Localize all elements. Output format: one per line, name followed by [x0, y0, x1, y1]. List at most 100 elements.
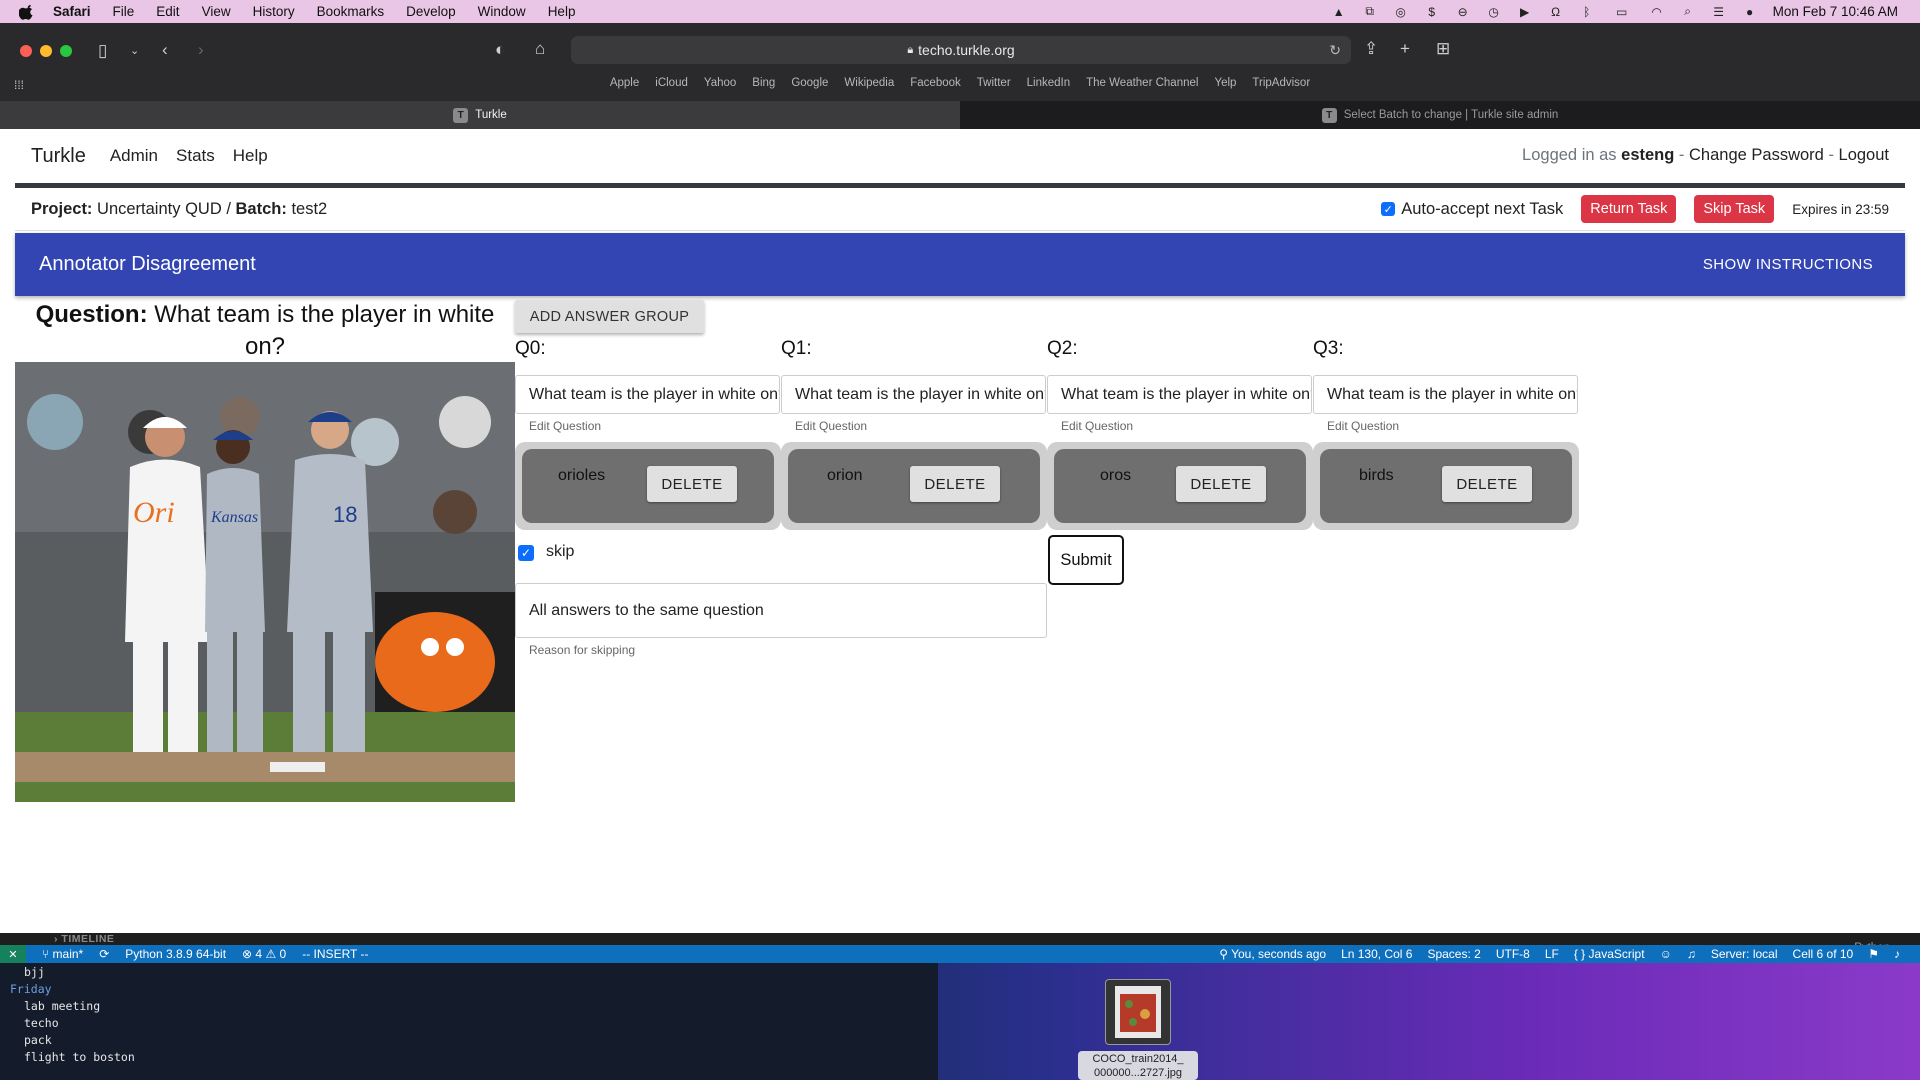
q2-question-input[interactable]: What team is the player in white on? [1047, 375, 1312, 414]
menu-window[interactable]: Window [478, 4, 526, 19]
auto-accept-toggle[interactable]: ✓ Auto-accept next Task [1381, 200, 1563, 219]
q0-answer-group[interactable]: orioles DELETE [515, 442, 781, 530]
sync-icon[interactable]: ◎ [1393, 5, 1409, 19]
change-password-link[interactable]: Change Password [1689, 146, 1824, 164]
control-center-icon[interactable]: ☰ [1711, 5, 1727, 19]
spotlight-search-icon[interactable]: ⌕ [1680, 4, 1696, 19]
menu-develop[interactable]: Develop [406, 4, 456, 19]
auto-accept-checkbox[interactable]: ✓ [1381, 202, 1396, 216]
q2-delete-button[interactable]: DELETE [1176, 466, 1266, 502]
line-ending[interactable]: LF [1545, 947, 1559, 961]
image-file-label[interactable]: COCO_train2014_ 000000...2727.jpg [1078, 1051, 1198, 1080]
q0-question-input[interactable]: What team is the player in white on? [515, 375, 780, 414]
menu-app-name[interactable]: Safari [53, 4, 91, 19]
q1-answer-group[interactable]: orion DELETE [781, 442, 1047, 530]
chevron-down-icon[interactable]: ⌄ [130, 41, 139, 61]
window-minimize-button[interactable] [40, 45, 52, 57]
encoding[interactable]: UTF-8 [1496, 947, 1530, 961]
apple-icon[interactable] [19, 4, 35, 20]
nav-help[interactable]: Help [233, 146, 268, 166]
privacy-shield-icon[interactable]: ◐ [495, 40, 505, 60]
reload-icon[interactable]: ↻ [1329, 42, 1341, 59]
broadcast-icon[interactable]: ⚑ [1868, 947, 1879, 961]
sidebar-toggle-icon[interactable]: ▯ [98, 41, 107, 61]
new-tab-icon[interactable]: + [1400, 39, 1410, 59]
nav-admin[interactable]: Admin [110, 146, 158, 166]
git-branch[interactable]: ⑂ main* [42, 947, 83, 961]
fav-wikipedia[interactable]: Wikipedia [844, 77, 894, 93]
home-icon[interactable]: ⌂ [535, 39, 545, 59]
image-file-icon[interactable] [1105, 979, 1171, 1045]
window-zoom-button[interactable] [60, 45, 72, 57]
problems-indicator[interactable]: ⊗ 4 ⚠ 0 [242, 947, 286, 961]
remote-icon[interactable]: ✕ [0, 945, 26, 963]
q3-answer-group[interactable]: birds DELETE [1313, 442, 1579, 530]
skip-reason-input[interactable]: All answers to the same question [515, 583, 1047, 638]
feedback-icon[interactable]: ☺ [1660, 947, 1672, 961]
q3-delete-button[interactable]: DELETE [1442, 466, 1532, 502]
q3-question-input[interactable]: What team is the player in white on? [1313, 375, 1578, 414]
bell-icon[interactable]: ♪ [1894, 947, 1900, 961]
menu-help[interactable]: Help [548, 4, 576, 19]
logout-link[interactable]: Logout [1839, 146, 1889, 164]
wifi-icon[interactable]: ◠ [1649, 5, 1665, 19]
window-close-button[interactable] [20, 45, 32, 57]
server-status[interactable]: Server: local [1711, 947, 1778, 961]
return-task-button[interactable]: Return Task [1581, 195, 1677, 223]
cell-indicator[interactable]: Cell 6 of 10 [1793, 947, 1854, 961]
terminal-window[interactable]: bjj Friday lab meeting techo pack flight… [0, 963, 938, 1080]
q2-answer-group[interactable]: oros DELETE [1047, 442, 1313, 530]
time-machine-icon[interactable]: ◷ [1486, 5, 1502, 19]
menu-bookmarks[interactable]: Bookmarks [317, 4, 385, 19]
app-status-icon[interactable]: $ [1424, 5, 1440, 19]
submit-button[interactable]: Submit [1048, 535, 1124, 585]
indent-setting[interactable]: Spaces: 2 [1427, 947, 1480, 961]
add-answer-group-button[interactable]: ADD ANSWER GROUP [515, 300, 704, 333]
answer-card[interactable]: oros DELETE [1054, 449, 1306, 523]
tab-overview-icon[interactable]: ⊞ [1436, 39, 1450, 59]
menubar-clock[interactable]: Mon Feb 7 10:46 AM [1773, 4, 1898, 19]
skip-checkbox[interactable]: ✓ [518, 545, 534, 561]
language-mode[interactable]: { } JavaScript [1574, 947, 1645, 961]
fav-twitter[interactable]: Twitter [977, 77, 1011, 93]
tab-turkle-admin[interactable]: T Select Batch to change | Turkle site a… [960, 101, 1920, 129]
skip-label[interactable]: skip [546, 543, 574, 561]
brand-link[interactable]: Turkle [31, 145, 86, 168]
timeline-section[interactable]: › TIMELINE [54, 933, 114, 945]
fav-yelp[interactable]: Yelp [1214, 77, 1236, 93]
share-icon[interactable]: ⇪ [1364, 39, 1378, 59]
fav-bing[interactable]: Bing [752, 77, 775, 93]
menu-history[interactable]: History [253, 4, 295, 19]
siri-icon[interactable]: ● [1742, 5, 1758, 19]
fav-tripadvisor[interactable]: TripAdvisor [1252, 77, 1310, 93]
menu-view[interactable]: View [202, 4, 231, 19]
skip-task-button[interactable]: Skip Task [1694, 195, 1775, 223]
fav-yahoo[interactable]: Yahoo [704, 77, 736, 93]
sync-icon[interactable]: ⟳ [99, 947, 109, 961]
forward-icon[interactable]: › [198, 40, 204, 60]
menu-file[interactable]: File [113, 4, 135, 19]
show-instructions-button[interactable]: SHOW INSTRUCTIONS [1703, 256, 1873, 273]
fav-linkedin[interactable]: LinkedIn [1027, 77, 1070, 93]
bluetooth-icon[interactable]: ᛒ [1579, 5, 1595, 19]
fav-facebook[interactable]: Facebook [910, 77, 961, 93]
python-interpreter[interactable]: Python 3.8.9 64-bit [125, 947, 226, 961]
q1-question-input[interactable]: What team is the player in white on? [781, 375, 1046, 414]
play-icon[interactable]: ▶ [1517, 5, 1533, 19]
q0-delete-button[interactable]: DELETE [647, 466, 737, 502]
battery-icon[interactable]: ▭ [1610, 5, 1634, 19]
menu-edit[interactable]: Edit [156, 4, 179, 19]
drive-icon[interactable]: ▲ [1331, 5, 1347, 19]
fav-apple[interactable]: Apple [610, 77, 639, 93]
git-blame[interactable]: ⚲ You, seconds ago [1219, 947, 1326, 961]
vpn-icon[interactable]: ⊖ [1455, 5, 1471, 19]
notifications-icon[interactable]: ♫ [1687, 947, 1696, 961]
tab-turkle[interactable]: T Turkle [0, 101, 960, 129]
clipboard-icon[interactable]: ⧉ [1362, 4, 1378, 19]
address-bar[interactable]: 🔒︎ techo.turkle.org ↻ [571, 36, 1351, 64]
fav-weather-channel[interactable]: The Weather Channel [1086, 77, 1198, 93]
answer-card[interactable]: orion DELETE [788, 449, 1040, 523]
fav-icloud[interactable]: iCloud [655, 77, 688, 93]
back-icon[interactable]: ‹ [162, 40, 168, 60]
cursor-position[interactable]: Ln 130, Col 6 [1341, 947, 1412, 961]
